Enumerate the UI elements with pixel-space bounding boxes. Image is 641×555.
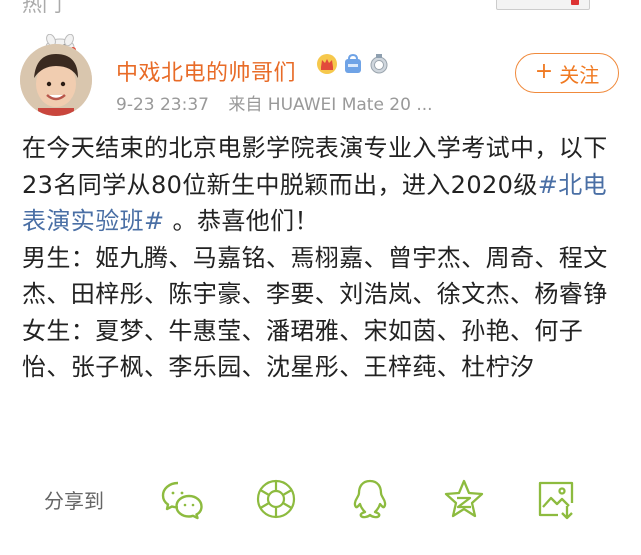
- post-timestamp: 9-23 23:37: [116, 95, 209, 115]
- avatar-photo: [20, 44, 92, 116]
- female-students: 女生：夏梦、牛惠莹、潘珺雅、宋如茵、孙艳、何子怡、张子枫、李乐园、沈星彤、王梓莼…: [22, 313, 622, 386]
- qzone-icon[interactable]: [442, 477, 486, 521]
- vip-icon[interactable]: [342, 53, 364, 75]
- crown-icon[interactable]: [316, 53, 338, 75]
- male-students: 男生：姬九腾、马嘉铭、焉栩嘉、曾宇杰、周奇、程文杰、田梓彤、陈宇豪、李要、刘浩岚…: [22, 240, 622, 313]
- post-meta: 9-23 23:37 来自 HUAWEI Mate 20 ...: [116, 90, 433, 115]
- wechat-icon[interactable]: [160, 477, 204, 521]
- post-source: 来自 HUAWEI Mate 20 ...: [228, 95, 433, 115]
- qq-icon[interactable]: [348, 477, 392, 521]
- female-label: 女生：: [22, 316, 96, 345]
- moments-icon[interactable]: [254, 477, 298, 521]
- follow-label: 关注: [559, 62, 600, 87]
- intro-text: 在今天结束的北京电影学院表演专业入学考试中，以下23名同学从80位新生中脱颖而出…: [22, 134, 608, 199]
- save-image-icon[interactable]: [534, 477, 578, 521]
- post-intro: 在今天结束的北京电影学院表演专业入学考试中，以下23名同学从80位新生中脱颖而出…: [22, 130, 622, 240]
- male-label: 男生：: [22, 243, 96, 272]
- top-cutoff-area: 热门: [0, 0, 641, 16]
- post-content: 在今天结束的北京电影学院表演专业入学考试中，以下23名同学从80位新生中脱颖而出…: [22, 130, 622, 386]
- author-badges: [316, 53, 390, 75]
- previous-post-image: [496, 0, 590, 10]
- author-name[interactable]: 中戏北电的帅哥们: [116, 55, 296, 87]
- male-names: 姬九腾、马嘉铭、焉栩嘉、曾宇杰、周奇、程文杰、田梓彤、陈宇豪、李要、刘浩岚、徐文…: [22, 243, 608, 309]
- plus-icon: +: [534, 59, 554, 84]
- previous-post-text: 热门: [22, 0, 62, 16]
- medal-icon[interactable]: [368, 53, 390, 75]
- share-bar: [0, 477, 641, 523]
- follow-button[interactable]: + 关注: [515, 53, 619, 93]
- author-avatar[interactable]: [20, 34, 100, 116]
- intro-suffix: 。恭喜他们！: [164, 207, 319, 235]
- female-names: 夏梦、牛惠莹、潘珺雅、宋如茵、孙艳、何子怡、张子枫、李乐园、沈星彤、王梓莼、杜柠…: [22, 316, 584, 382]
